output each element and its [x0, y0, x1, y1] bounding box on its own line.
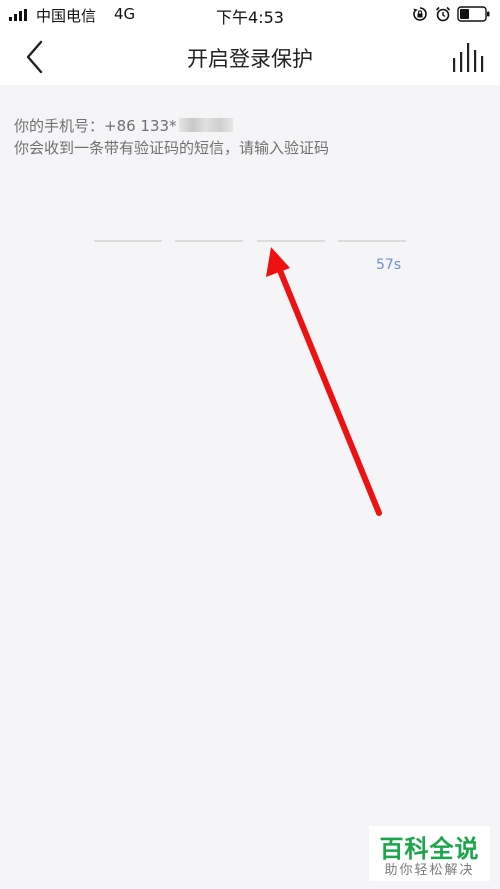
code-digit-input-1[interactable] — [94, 240, 162, 242]
watermark-logo: 百科全说 助你轻松解决 — [369, 826, 490, 881]
alarm-icon — [435, 6, 451, 22]
battery-icon — [457, 6, 490, 22]
phone-number-label: 你的手机号：+86 133* — [14, 117, 177, 135]
navigation-bar: 开启登录保护 — [0, 28, 500, 85]
code-digit-input-3[interactable] — [257, 240, 325, 242]
resend-countdown: 57s — [376, 257, 402, 273]
phone-number-line: 你的手机号：+86 133* — [14, 115, 329, 137]
rotation-lock-icon — [413, 7, 427, 21]
verification-info: 你的手机号：+86 133* 你会收到一条带有验证码的短信，请输入验证码 — [14, 115, 329, 159]
code-digit-input-4[interactable] — [338, 240, 406, 242]
watermark-subtitle: 助你轻松解决 — [384, 863, 475, 878]
page-title: 开启登录保护 — [187, 47, 313, 71]
blurred-phone-digits — [178, 118, 233, 132]
status-bar: 中国电信 4G 下午4:53 — [0, 0, 500, 28]
sms-hint: 你会收到一条带有验证码的短信，请输入验证码 — [14, 139, 330, 157]
code-digit-input-2[interactable] — [175, 240, 243, 242]
statistics-bars-icon[interactable] — [450, 40, 484, 74]
